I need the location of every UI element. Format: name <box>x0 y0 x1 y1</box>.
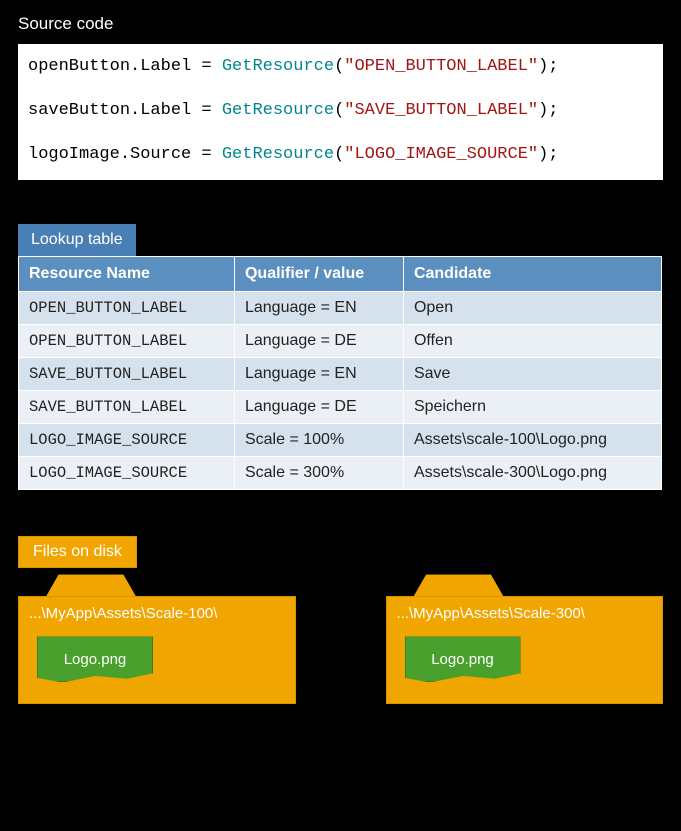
cell-resource-name: OPEN_BUTTON_LABEL <box>19 292 235 325</box>
col-resource-name: Resource Name <box>19 257 235 292</box>
cell-qualifier: Scale = 300% <box>234 457 403 490</box>
folder-body: ...\MyApp\Assets\Scale-300\ Logo.png <box>386 596 664 704</box>
cell-candidate: Open <box>403 292 661 325</box>
cell-candidate: Offen <box>403 325 661 358</box>
cell-qualifier: Language = DE <box>234 325 403 358</box>
folder: ...\MyApp\Assets\Scale-100\ Logo.png <box>18 574 296 704</box>
lookup-table-tab: Lookup table <box>18 224 136 256</box>
table-row: OPEN_BUTTON_LABELLanguage = DEOffen <box>19 325 662 358</box>
folder-path: ...\MyApp\Assets\Scale-300\ <box>397 605 653 622</box>
table-row: OPEN_BUTTON_LABELLanguage = ENOpen <box>19 292 662 325</box>
table-row: LOGO_IMAGE_SOURCEScale = 300%Assets\scal… <box>19 457 662 490</box>
table-row: SAVE_BUTTON_LABELLanguage = ENSave <box>19 358 662 391</box>
table-row: SAVE_BUTTON_LABELLanguage = DESpeichern <box>19 391 662 424</box>
file-item: Logo.png <box>405 636 521 682</box>
cell-candidate: Assets\scale-100\Logo.png <box>403 424 661 457</box>
cell-qualifier: Language = DE <box>234 391 403 424</box>
lookup-table: Resource Name Qualifier / value Candidat… <box>18 256 662 490</box>
cell-candidate: Assets\scale-300\Logo.png <box>403 457 661 490</box>
files-on-disk-tab: Files on disk <box>18 536 137 568</box>
folders-row: ...\MyApp\Assets\Scale-100\Logo.png...\M… <box>18 574 663 704</box>
cell-candidate: Save <box>403 358 661 391</box>
table-row: LOGO_IMAGE_SOURCEScale = 100%Assets\scal… <box>19 424 662 457</box>
lookup-header-row: Resource Name Qualifier / value Candidat… <box>19 257 662 292</box>
file-item: Logo.png <box>37 636 153 682</box>
col-candidate: Candidate <box>403 257 661 292</box>
source-code-title: Source code <box>18 14 663 34</box>
col-qualifier-value: Qualifier / value <box>234 257 403 292</box>
folder-body: ...\MyApp\Assets\Scale-100\ Logo.png <box>18 596 296 704</box>
cell-resource-name: LOGO_IMAGE_SOURCE <box>19 424 235 457</box>
cell-resource-name: SAVE_BUTTON_LABEL <box>19 358 235 391</box>
folder-tab-icon <box>414 574 504 596</box>
cell-qualifier: Language = EN <box>234 358 403 391</box>
source-code-block: openButton.Label = GetResource("OPEN_BUT… <box>18 44 663 180</box>
folder-path: ...\MyApp\Assets\Scale-100\ <box>29 605 285 622</box>
cell-qualifier: Language = EN <box>234 292 403 325</box>
folder-tab-icon <box>46 574 136 596</box>
cell-resource-name: SAVE_BUTTON_LABEL <box>19 391 235 424</box>
folder: ...\MyApp\Assets\Scale-300\ Logo.png <box>386 574 664 704</box>
cell-resource-name: LOGO_IMAGE_SOURCE <box>19 457 235 490</box>
cell-resource-name: OPEN_BUTTON_LABEL <box>19 325 235 358</box>
cell-candidate: Speichern <box>403 391 661 424</box>
cell-qualifier: Scale = 100% <box>234 424 403 457</box>
